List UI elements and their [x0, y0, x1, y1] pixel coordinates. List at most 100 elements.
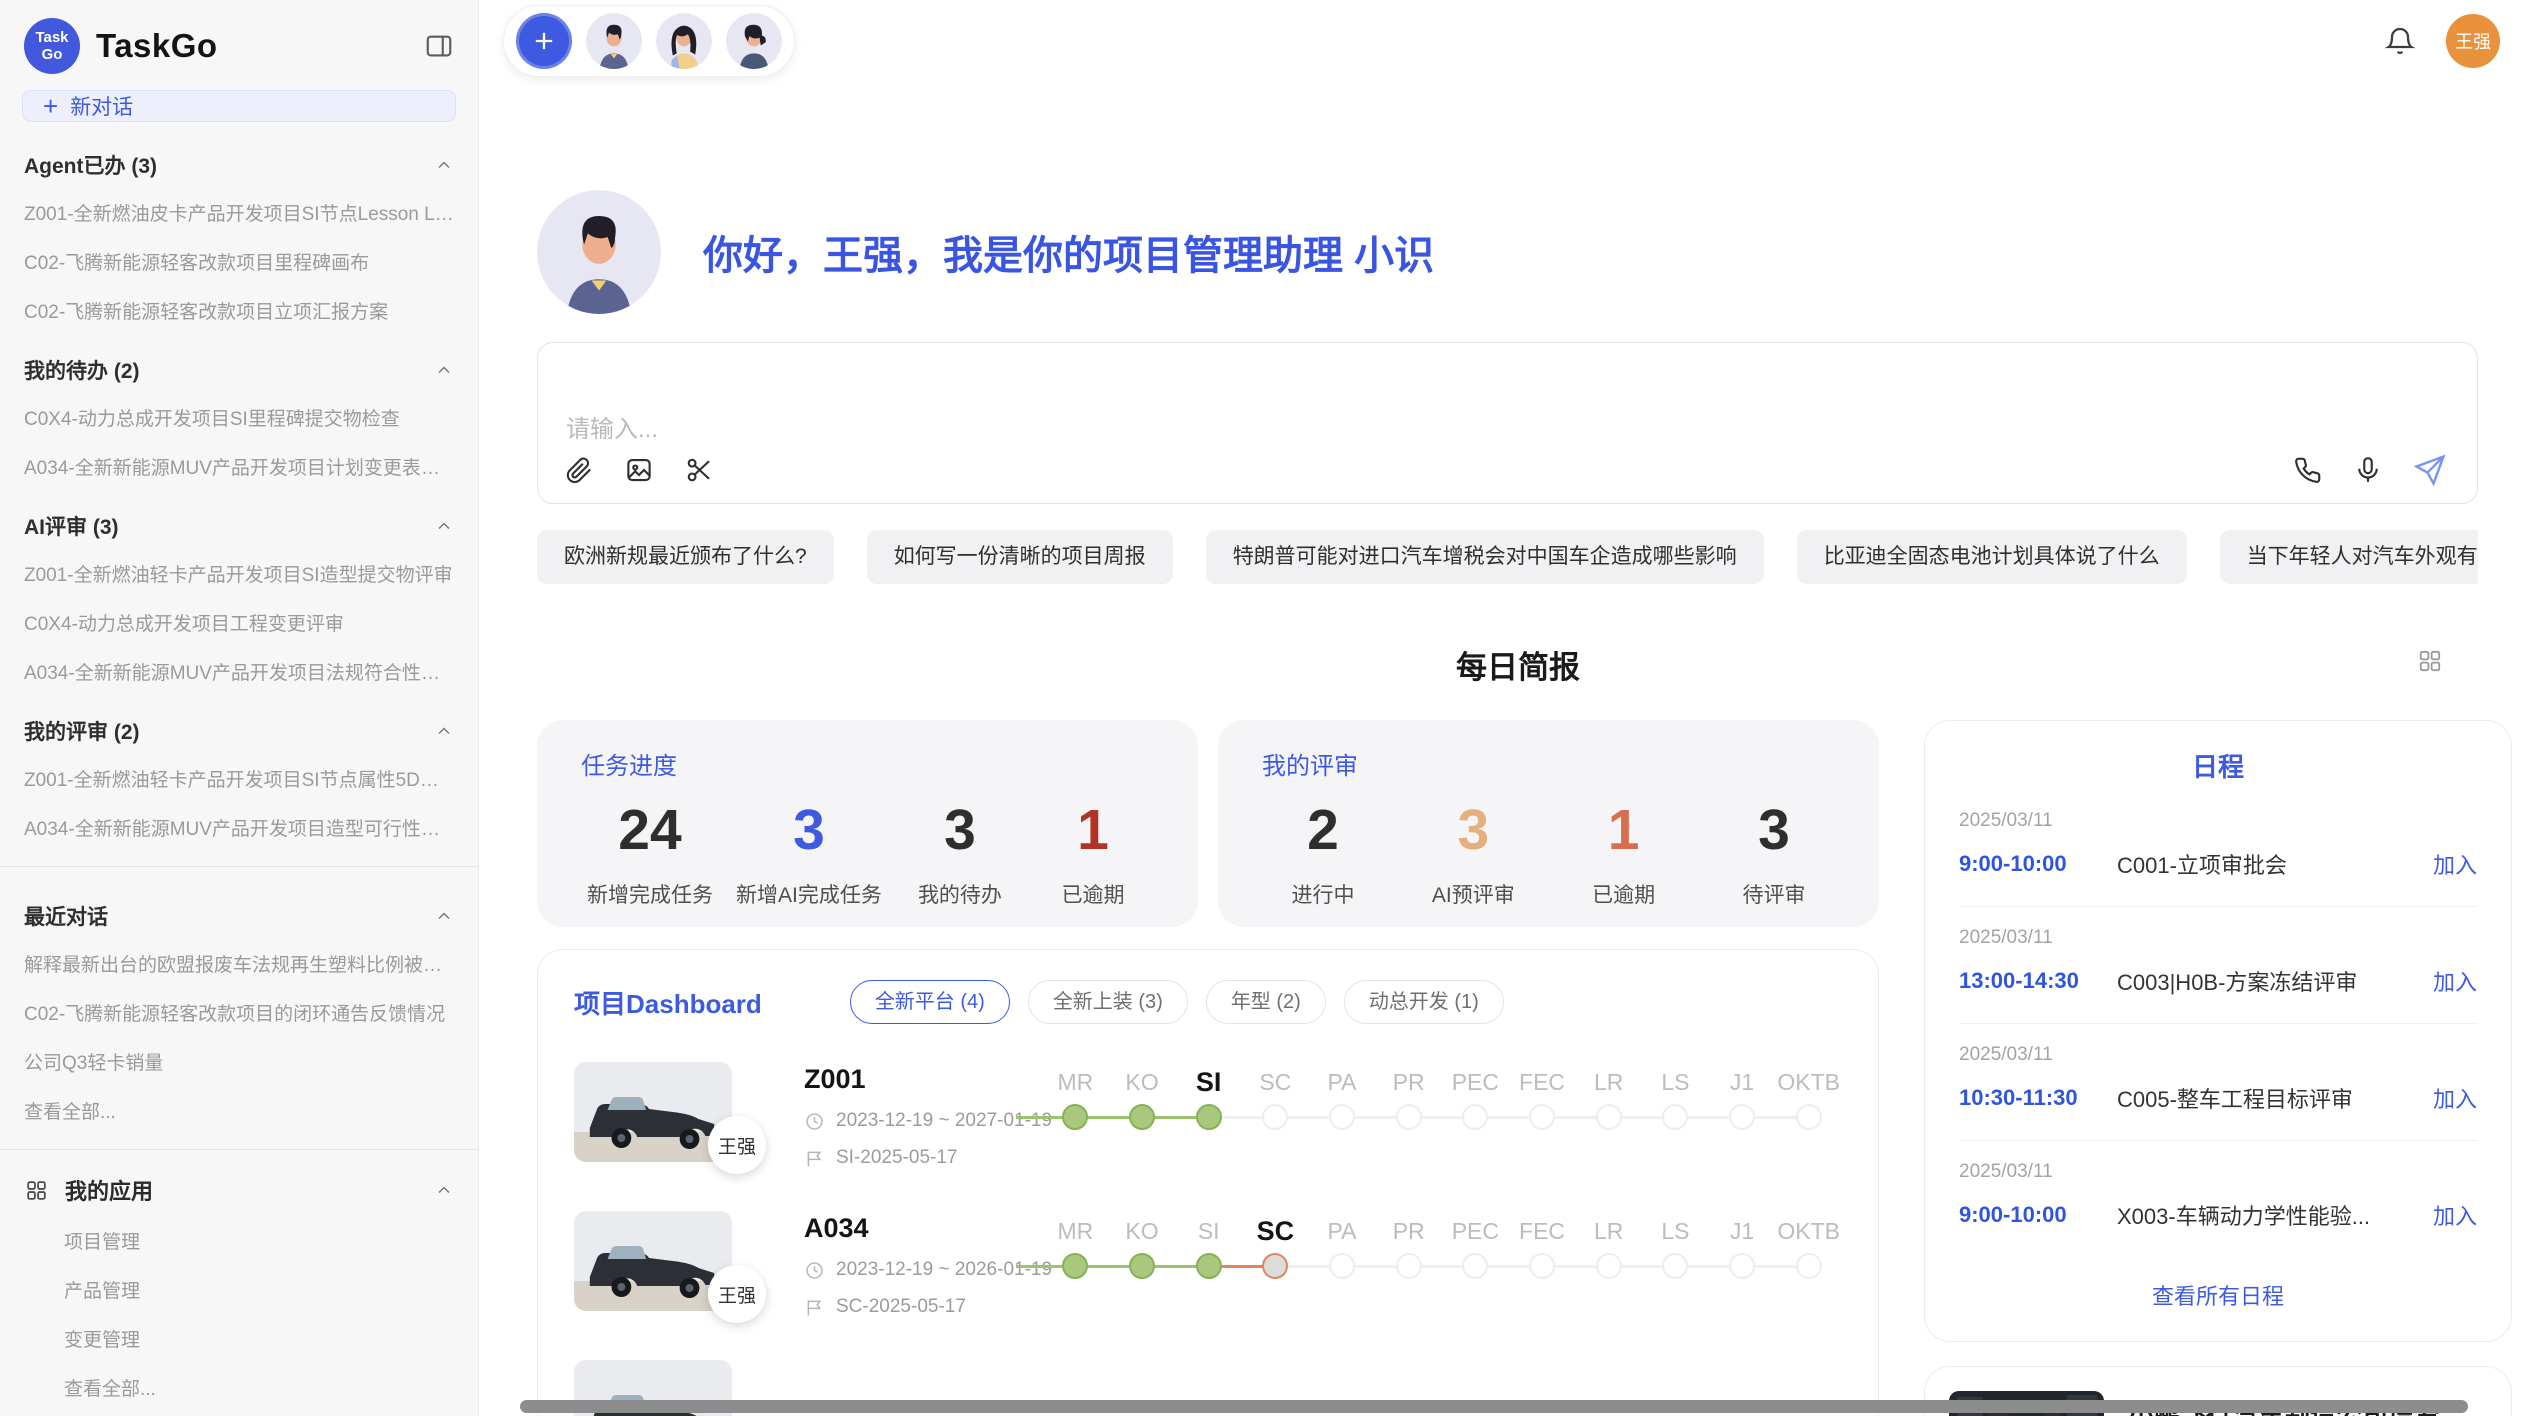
avatar-illustration [656, 13, 712, 69]
sidebar-task-item[interactable]: A034-全新新能源MUV产品开发项目计划变更表编写 [22, 442, 456, 491]
recent-chat-item[interactable]: 公司Q3轻卡销量 [22, 1037, 456, 1086]
my-apps-label: 我的应用 [65, 1174, 153, 1206]
app-item[interactable]: 查看全部... [22, 1363, 456, 1412]
sidebar-task-item[interactable]: C02-飞腾新能源轻客改款项目立项汇报方案 [22, 286, 456, 335]
chat-input-placeholder: 请输入... [566, 409, 658, 444]
milestone-dot [1396, 1104, 1422, 1130]
scissors-icon[interactable] [684, 455, 714, 485]
member-avatar[interactable] [656, 13, 712, 69]
app-item[interactable]: 项目管理 [22, 1216, 456, 1265]
chevron-up-icon[interactable] [434, 360, 454, 380]
project-row[interactable]: 王强 A034 2023-12-19 ~ 2026-01-19 SC-2025-… [574, 1211, 1842, 1318]
recent-chats-header[interactable]: 最近对话 [22, 881, 456, 939]
chevron-up-icon[interactable] [434, 516, 454, 536]
new-chat-button[interactable]: + 新对话 [22, 90, 456, 122]
sidebar-group-header[interactable]: 我的待办 (2) [22, 335, 456, 393]
milestone-dot [1329, 1104, 1355, 1130]
suggestion-chip[interactable]: 比亚迪全固态电池计划具体说了什么 [1797, 530, 2187, 584]
suggestion-chip[interactable]: 特朗普可能对进口汽车增税会对中国车企造成哪些影响 [1206, 530, 1764, 584]
sidebar-group-header[interactable]: 我的评审 (2) [22, 696, 456, 754]
stat-label: 新增完成任务 [587, 879, 713, 909]
phone-icon[interactable] [2293, 455, 2323, 485]
project-dates: 2023-12-19 ~ 2026-01-19 [804, 1259, 1042, 1281]
chevron-up-icon[interactable] [434, 721, 454, 741]
dashboard-tab[interactable]: 全新上装 (3) [1028, 980, 1188, 1024]
sidebar-collapse-button[interactable] [424, 31, 454, 61]
milestone-label: SI [1175, 1062, 1242, 1102]
recent-chat-item[interactable]: 查看全部... [22, 1086, 456, 1135]
project-dates: 2023-12-19 ~ 2027-01-19 [804, 1110, 1042, 1132]
panel-collapse-icon [424, 31, 454, 61]
schedule-time: 9:00-10:00 [1959, 851, 2117, 877]
horizontal-scrollbar[interactable] [520, 1400, 2468, 1413]
sidebar-group-label: Agent已办 (3) [24, 150, 157, 180]
milestone-label: PA [1309, 1211, 1376, 1251]
plus-icon: + [43, 93, 58, 119]
layout-grid-icon[interactable] [2417, 648, 2443, 674]
notification-bell-icon[interactable] [2384, 25, 2416, 57]
add-agent-button[interactable] [516, 13, 572, 69]
sidebar: Task Go TaskGo + 新对话 Agent已办 (3) Z001-全新… [0, 0, 479, 1416]
dashboard-tab[interactable]: 动总开发 (1) [1344, 980, 1504, 1024]
sidebar-task-item[interactable]: Z001-全新燃油皮卡产品开发项目SI节点Lesson Learn报告 [22, 188, 456, 237]
view-all-schedule-link[interactable]: 查看所有日程 [1959, 1257, 2477, 1325]
sidebar-task-groups: Agent已办 (3) Z001-全新燃油皮卡产品开发项目SI节点Lesson … [22, 130, 456, 852]
sidebar-task-item[interactable]: Z001-全新燃油轻卡产品开发项目SI造型提交物评审 [22, 549, 456, 598]
chevron-up-icon[interactable] [434, 1180, 454, 1200]
recent-chat-item[interactable]: 解释最新出台的欧盟报废车法规再生塑料比例被调至15%... [22, 939, 456, 988]
sidebar-task-item[interactable]: Z001-全新燃油轻卡产品开发项目SI节点属性5D文件评审 [22, 754, 456, 803]
sidebar-group-header[interactable]: Agent已办 (3) [22, 130, 456, 188]
image-upload-icon[interactable] [624, 455, 654, 485]
join-link[interactable]: 加入 [2433, 965, 2477, 997]
sidebar-group-header[interactable]: AI评审 (3) [22, 491, 456, 549]
user-avatar[interactable]: 王强 [2446, 14, 2500, 68]
my-apps-header[interactable]: 我的应用 [22, 1164, 456, 1216]
milestone-label: SC [1242, 1062, 1309, 1102]
schedule-time: 10:30-11:30 [1959, 1085, 2117, 1111]
stat-cards: 任务进度 24 新增完成任务 3 新增AI完成任务 3 我的待办 1 已逾期 我… [537, 720, 1879, 927]
dashboard-tab[interactable]: 全新平台 (4) [850, 980, 1010, 1024]
send-icon[interactable] [2413, 453, 2447, 487]
sidebar-task-item[interactable]: C02-飞腾新能源轻客改款项目里程碑画布 [22, 237, 456, 286]
app-item[interactable]: 变更管理 [22, 1314, 456, 1363]
suggestion-chip[interactable]: 如何写一份清晰的项目周报 [867, 530, 1173, 584]
chevron-up-icon[interactable] [434, 155, 454, 175]
milestone-dot [1129, 1104, 1155, 1130]
sidebar-task-item[interactable]: A034-全新新能源MUV产品开发项目造型可行性评审 [22, 803, 456, 852]
clock-icon [804, 1111, 825, 1132]
milestone-dot [1196, 1253, 1222, 1279]
milestone-label: J1 [1709, 1062, 1776, 1102]
chevron-up-icon[interactable] [434, 906, 454, 926]
app-item[interactable]: 产品管理 [22, 1265, 456, 1314]
chat-input-card[interactable]: 请输入... [537, 342, 2478, 504]
project-row[interactable]: 王强 Z001 2023-12-19 ~ 2027-01-19 SI-2025-… [574, 1062, 1842, 1169]
sidebar-task-item[interactable]: A034-全新新能源MUV产品开发项目法规符合性评审 [22, 647, 456, 696]
microphone-icon[interactable] [2353, 455, 2383, 485]
suggestion-chip[interactable]: 当下年轻人对汽车外观有怎样的喜好趋势 [2220, 530, 2478, 584]
stat-label: 已逾期 [1038, 879, 1148, 909]
member-avatar[interactable] [586, 13, 642, 69]
sidebar-task-item[interactable]: C0X4-动力总成开发项目工程变更评审 [22, 598, 456, 647]
milestone-dot [1462, 1104, 1488, 1130]
schedule-item: 2025/03/11 9:00-10:00 C001-立项审批会 加入 [1959, 790, 2477, 907]
join-link[interactable]: 加入 [2433, 1199, 2477, 1231]
divider [0, 1149, 478, 1150]
daily-brief-title: 每日简报 [1456, 642, 1580, 687]
taskgo-logo: Task Go [24, 18, 80, 74]
suggestion-chip[interactable]: 欧洲新规最近颁布了什么? [537, 530, 834, 584]
schedule-title: 日程 [1959, 747, 2477, 790]
recent-chat-item[interactable]: C02-飞腾新能源轻客改款项目的闭环通告反馈情况 [22, 988, 456, 1037]
milestone: OKTB [1775, 1062, 1842, 1134]
milestone: LR [1575, 1211, 1642, 1283]
sidebar-task-item[interactable]: C0X4-动力总成开发项目SI里程碑提交物检查 [22, 393, 456, 442]
sidebar-link-folder[interactable]: 我的云空间 [22, 1412, 456, 1416]
flag-icon [804, 1148, 825, 1169]
dashboard-tab[interactable]: 年型 (2) [1206, 980, 1326, 1024]
member-avatar[interactable] [726, 13, 782, 69]
join-link[interactable]: 加入 [2433, 1082, 2477, 1114]
milestone: MR [1042, 1062, 1109, 1134]
milestone: PR [1375, 1211, 1442, 1283]
milestone-label: OKTB [1775, 1062, 1842, 1102]
join-link[interactable]: 加入 [2433, 848, 2477, 880]
attachment-icon[interactable] [564, 455, 594, 485]
